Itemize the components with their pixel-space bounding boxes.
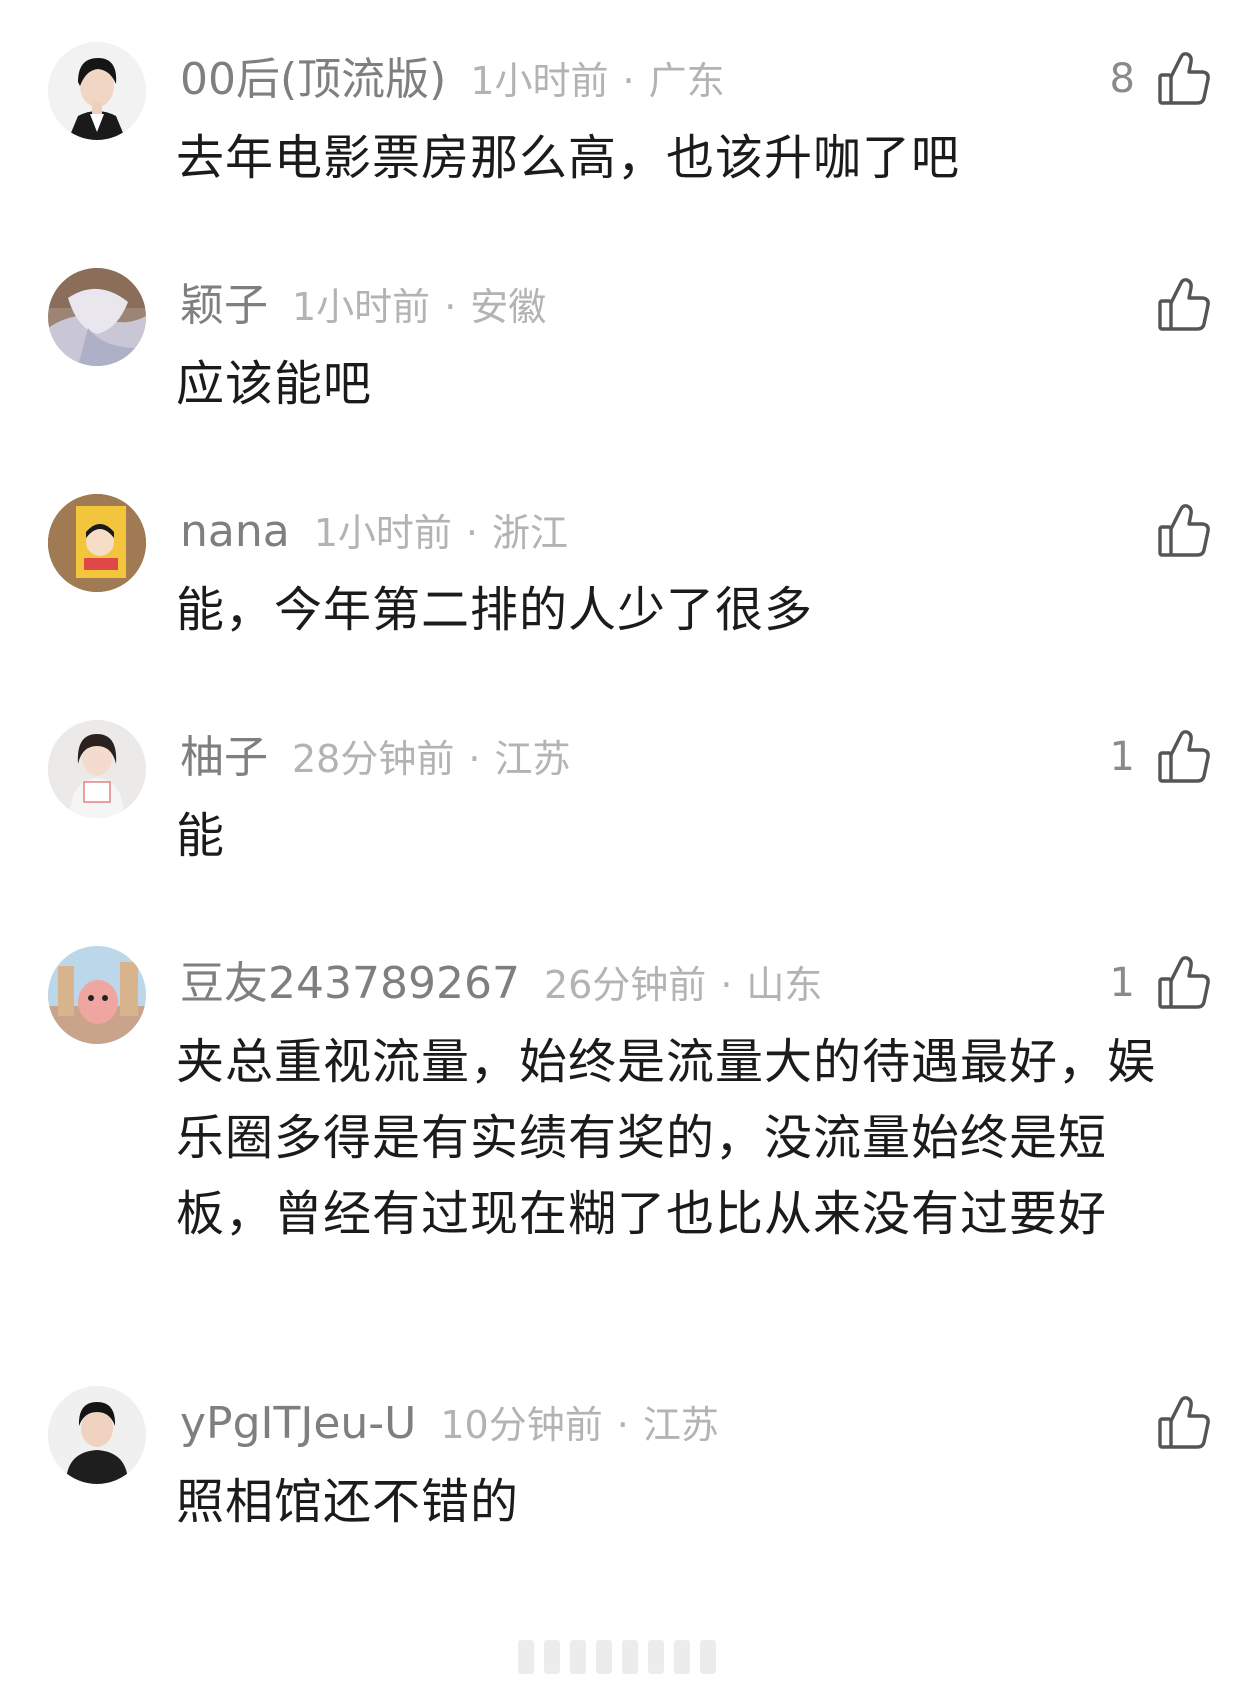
comment-text: 夹总重视流量，始终是流量大的待遇最好，娱乐圈多得是有实绩有奖的，没流量始终是短板… <box>176 1034 1157 1242</box>
watermark-glyph <box>518 1640 534 1674</box>
username[interactable]: 颖子 <box>180 276 268 336</box>
username[interactable]: 00后(顶流版) <box>180 50 446 110</box>
comment-time-location: 1小时前 · 广东 <box>470 51 724 111</box>
comment-location: 浙江 <box>491 511 568 555</box>
avatar[interactable] <box>48 268 146 366</box>
watermark-glyph <box>648 1640 664 1674</box>
like-button[interactable]: 8 <box>1110 48 1211 110</box>
separator-dot: · <box>465 511 478 555</box>
separator-dot: · <box>616 1403 629 1447</box>
avatar[interactable] <box>48 1386 146 1484</box>
comment-time: 26分钟前 <box>543 963 707 1007</box>
comment-meta: 颖子 1小时前 · 安徽 <box>180 276 546 336</box>
username[interactable]: 柚子 <box>180 728 268 788</box>
thumbs-up-icon <box>1158 52 1210 105</box>
comment-location: 山东 <box>746 963 823 1007</box>
username[interactable]: yPgITJeu-U <box>180 1394 416 1454</box>
comment-time: 10分钟前 <box>440 1403 603 1447</box>
watermark <box>518 1640 738 1680</box>
watermark-glyph <box>700 1640 716 1674</box>
watermark-glyph <box>570 1640 586 1674</box>
separator-dot: · <box>468 737 481 781</box>
avatar[interactable] <box>48 720 146 818</box>
comment-list: 00后(顶流版) 1小时前 · 广东 8 去年电影票房那么高，也该升咖了吧 颖子 1… <box>0 0 1259 1692</box>
like-count: 1 <box>1109 734 1135 780</box>
username[interactable]: 豆友243789267 <box>180 954 520 1014</box>
like-button[interactable]: 1 <box>1110 952 1211 1014</box>
comment-time-location: 28分钟前 · 江苏 <box>292 729 570 789</box>
watermark-glyph <box>674 1640 690 1674</box>
comment-time-location: 10分钟前 · 江苏 <box>440 1395 718 1455</box>
comment-text: 能，今年第二排的人少了很多 <box>176 582 814 638</box>
comment-time: 1小时前 <box>313 511 452 555</box>
separator-dot: · <box>444 285 457 329</box>
avatar-image <box>48 268 146 366</box>
comment-meta: 柚子 28分钟前 · 江苏 <box>180 728 570 788</box>
username[interactable]: nana <box>180 502 290 562</box>
comment-text: 去年电影票房那么高，也该升咖了吧 <box>176 130 961 186</box>
avatar-image <box>48 42 146 140</box>
thumbs-up-icon <box>1158 730 1210 783</box>
avatar[interactable] <box>48 946 146 1044</box>
avatar[interactable] <box>48 494 146 592</box>
avatar-image <box>48 1386 146 1484</box>
comment-location: 广东 <box>648 59 725 103</box>
thumbs-up-icon <box>1158 956 1210 1009</box>
comment-text: 能 <box>176 808 226 864</box>
comment-meta: yPgITJeu-U 10分钟前 · 江苏 <box>180 1394 719 1454</box>
watermark-glyph <box>622 1640 638 1674</box>
watermark-glyph <box>596 1640 612 1674</box>
separator-dot: · <box>622 59 635 103</box>
thumbs-up-icon <box>1158 278 1210 331</box>
comment-text: 应该能吧 <box>176 356 373 412</box>
comment-location: 江苏 <box>494 737 571 781</box>
comment-text: 照相馆还不错的 <box>176 1474 520 1530</box>
thumbs-up-icon <box>1158 1396 1210 1449</box>
avatar[interactable] <box>48 42 146 140</box>
comment-time: 1小时前 <box>292 285 431 329</box>
thumbs-up-icon <box>1158 504 1210 557</box>
comment-meta: 00后(顶流版) 1小时前 · 广东 <box>180 50 725 110</box>
like-count: 1 <box>1109 960 1135 1006</box>
comment-time: 1小时前 <box>470 59 609 103</box>
like-button[interactable] <box>1135 1392 1211 1454</box>
like-count: 8 <box>1109 56 1135 102</box>
comment-time-location: 1小时前 · 浙江 <box>314 503 568 563</box>
comment-location: 江苏 <box>642 1403 719 1447</box>
like-button[interactable] <box>1135 274 1211 336</box>
avatar-image <box>48 720 146 818</box>
avatar-image <box>48 946 146 1044</box>
watermark-glyph <box>544 1640 560 1674</box>
comment-time-location: 26分钟前 · 山东 <box>544 955 822 1015</box>
comment-time: 28分钟前 <box>292 737 455 781</box>
comment-meta: nana 1小时前 · 浙江 <box>180 502 568 562</box>
comment-location: 安徽 <box>470 285 547 329</box>
like-button[interactable] <box>1135 500 1211 562</box>
comment-meta: 豆友243789267 26分钟前 · 山东 <box>180 954 822 1014</box>
comment-time-location: 1小时前 · 安徽 <box>292 277 546 337</box>
separator-dot: · <box>720 963 733 1007</box>
avatar-image <box>48 494 146 592</box>
like-button[interactable]: 1 <box>1110 726 1211 788</box>
